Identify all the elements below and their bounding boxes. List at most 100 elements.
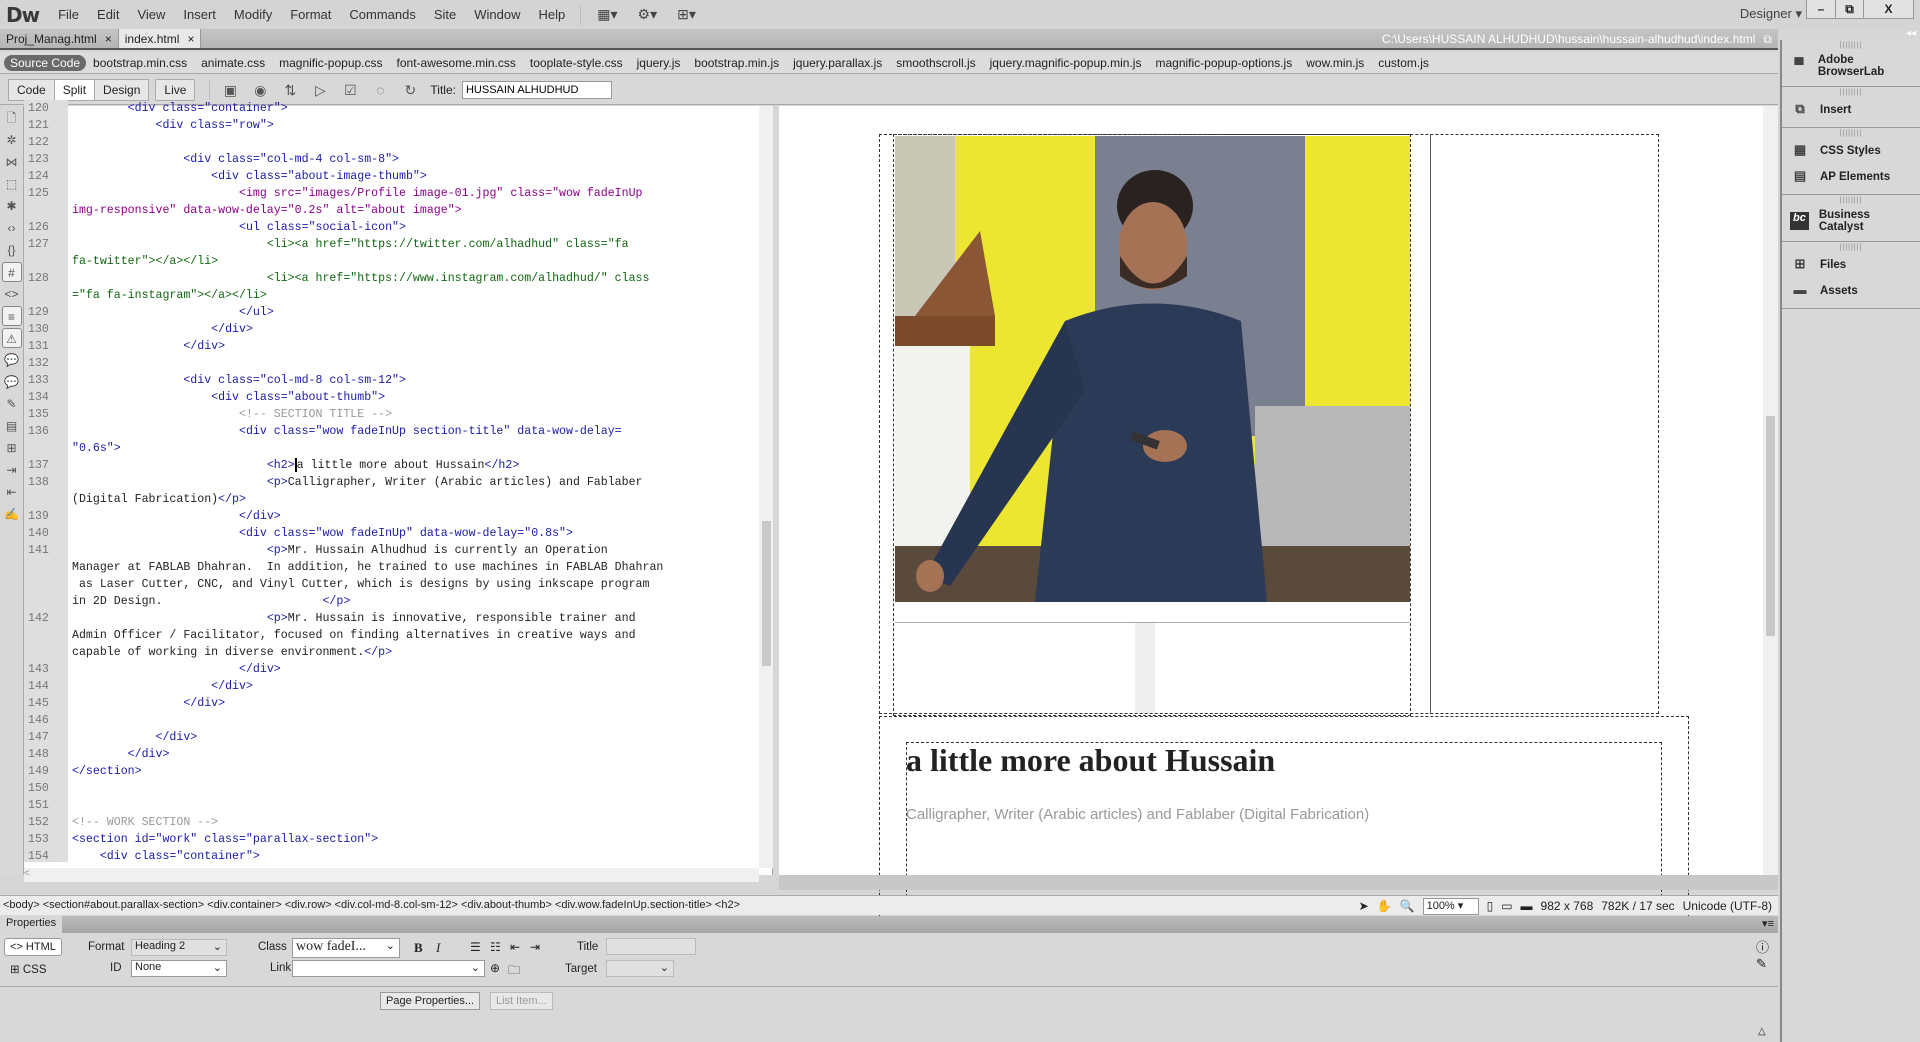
code-line[interactable]: 128 <li><a href="https://www.instagram.c… (24, 270, 759, 287)
code-editor[interactable]: 120 <div class="container"> 121 <div clas… (24, 100, 759, 862)
code-line[interactable]: 142 <p>Mr. Hussain is innovative, respon… (24, 610, 759, 627)
css-mode-button[interactable]: ⊞ CSS (10, 962, 47, 976)
window-size[interactable]: 982 x 768 (1541, 899, 1594, 913)
live-view-button[interactable]: Live (155, 78, 196, 101)
code-line[interactable]: 154 <div class="container"> (24, 848, 759, 862)
browse-folder-icon[interactable]: 🗀 (508, 961, 520, 982)
related-file[interactable]: jquery.parallax.js (786, 56, 889, 70)
indent-icon[interactable]: ⇥ (2, 460, 22, 480)
related-file[interactable]: animate.css (194, 56, 272, 70)
panel-item-files[interactable]: ⊞ Files (1782, 252, 1920, 278)
menu-site[interactable]: Site (425, 7, 465, 22)
w3c-validation-icon[interactable]: ▷ (310, 81, 330, 99)
related-file[interactable]: jquery.magnific-popup.min.js (983, 56, 1149, 70)
word-wrap-icon[interactable]: ≡ (1, 306, 22, 326)
menu-window[interactable]: Window (465, 7, 529, 22)
restore-button[interactable]: ⧉ (1835, 0, 1863, 18)
menu-file[interactable]: File (49, 7, 88, 22)
code-line[interactable]: 132 (24, 355, 759, 372)
code-line[interactable]: Admin Officer / Facilitator, focused on … (24, 627, 759, 644)
menu-view[interactable]: View (128, 7, 174, 22)
menu-insert[interactable]: Insert (174, 7, 225, 22)
preview-browser-icon[interactable]: ◉ (250, 81, 270, 99)
hand-tool-icon[interactable]: ✋ (1377, 899, 1392, 913)
collapse-selection-icon[interactable]: ⬚ (2, 174, 22, 194)
target-select[interactable]: ⌄ (606, 960, 674, 977)
panel-menu-icon[interactable]: ▾≡ (1762, 917, 1774, 930)
panel-item-ap-elements[interactable]: ▤ AP Elements (1782, 164, 1920, 190)
tab-proj-manag[interactable]: Proj_Manag.html × (0, 29, 119, 48)
html-mode-button[interactable]: <> HTML (4, 938, 62, 956)
scroll-thumb[interactable] (1766, 416, 1775, 636)
split-view-button[interactable]: Split (54, 78, 96, 101)
code-line[interactable]: ="fa fa-instagram"></a></li> (24, 287, 759, 304)
tablet-size-icon[interactable]: ▭ (1501, 899, 1512, 913)
code-line[interactable]: 141 <p>Mr. Hussain Alhudhud is currently… (24, 542, 759, 559)
code-line[interactable]: (Digital Fabrication)</p> (24, 491, 759, 508)
code-line[interactable]: 123 <div class="col-md-4 col-sm-8"> (24, 151, 759, 168)
indent-icon[interactable]: ⇥ (530, 940, 540, 954)
related-file[interactable]: jquery.js (630, 56, 688, 70)
code-line[interactable]: 124 <div class="about-image-thumb"> (24, 168, 759, 185)
format-source-icon[interactable]: ✍ (2, 504, 22, 524)
highlight-invalid-icon[interactable]: <> (2, 284, 22, 304)
design-vertical-scrollbar[interactable] (1763, 106, 1778, 875)
properties-tab[interactable]: Properties (0, 916, 63, 933)
ordered-list-icon[interactable]: ☷ (490, 940, 501, 954)
select-tool-icon[interactable]: ➤ (1359, 899, 1369, 913)
drag-grip[interactable]: |||||||| (1782, 130, 1920, 138)
code-line[interactable]: 130 </div> (24, 321, 759, 338)
code-line[interactable]: 127 <li><a href="https://twitter.com/alh… (24, 236, 759, 253)
code-line[interactable]: 152 <!-- WORK SECTION --> (24, 814, 759, 831)
code-line[interactable]: 133 <div class="col-md-8 col-sm-12"> (24, 372, 759, 389)
quick-tag-editor-icon[interactable]: ✎ (1756, 956, 1767, 972)
related-file[interactable]: magnific-popup.css (272, 56, 389, 70)
remove-comment-icon[interactable]: 💬 (2, 372, 22, 392)
related-file[interactable]: wow.min.js (1299, 56, 1371, 70)
about-subtitle[interactable]: Calligrapher, Writer (Arabic articles) a… (906, 806, 1369, 823)
code-view-button[interactable]: Code (8, 78, 55, 101)
related-file-source-code[interactable]: Source Code (4, 54, 87, 71)
related-file[interactable]: font-awesome.min.css (390, 56, 523, 70)
code-line[interactable]: fa-twitter"></a></li> (24, 253, 759, 270)
related-file[interactable]: smoothscroll.js (889, 56, 982, 70)
code-line[interactable]: 151 (24, 797, 759, 814)
link-input[interactable]: ⌄ (292, 960, 485, 977)
code-vertical-scrollbar[interactable] (759, 106, 773, 868)
outdent-icon[interactable]: ⇤ (2, 482, 22, 502)
code-line[interactable]: in 2D Design. </p> (24, 593, 759, 610)
point-to-file-icon[interactable]: ⊕ (490, 961, 500, 975)
visual-aids-icon[interactable]: ◌ (370, 81, 390, 99)
code-line[interactable]: 135 <!-- SECTION TITLE --> (24, 406, 759, 423)
workspace-switcher[interactable]: Designer ▾ (1740, 6, 1802, 22)
tab-index[interactable]: index.html × (118, 29, 202, 48)
menu-help[interactable]: Help (530, 7, 575, 22)
unordered-list-icon[interactable]: ☰ (470, 940, 481, 954)
zoom-select[interactable]: 100% ▾ (1422, 897, 1479, 915)
code-line[interactable]: capable of working in diverse environmen… (24, 644, 759, 661)
menu-modify[interactable]: Modify (225, 7, 281, 22)
menu-edit[interactable]: Edit (88, 7, 128, 22)
line-numbers-icon[interactable]: # (1, 262, 22, 282)
collapse-panel-icon[interactable]: △ (1758, 1026, 1766, 1037)
gear-icon[interactable]: ⚙▾ (628, 6, 668, 23)
related-file[interactable]: custom.js (1371, 56, 1436, 70)
drag-grip[interactable]: |||||||| (1782, 89, 1920, 97)
menu-format[interactable]: Format (281, 7, 340, 22)
id-select[interactable]: None ⌄ (131, 960, 227, 977)
layout-icon[interactable]: ▦▾ (587, 6, 627, 23)
design-horizontal-scrollbar[interactable] (779, 875, 1778, 890)
balance-braces-icon[interactable]: {} (2, 240, 22, 260)
mobile-size-icon[interactable]: ▯ (1487, 899, 1494, 913)
close-button[interactable]: X (1863, 0, 1913, 18)
code-line[interactable]: 134 <div class="about-thumb"> (24, 389, 759, 406)
close-tab-icon[interactable]: × (105, 32, 112, 46)
syntax-error-icon[interactable]: ⚠ (1, 328, 22, 348)
code-line[interactable]: 129 </ul> (24, 304, 759, 321)
code-line[interactable]: Manager at FABLAB Dhahran. In addition, … (24, 559, 759, 576)
code-line[interactable]: 139 </div> (24, 508, 759, 525)
code-line[interactable]: 120 <div class="container"> (24, 100, 759, 117)
minimize-button[interactable]: – (1807, 0, 1835, 18)
panel-item-insert[interactable]: ⧉ Insert (1782, 97, 1920, 123)
design-view-button[interactable]: Design (95, 78, 150, 101)
